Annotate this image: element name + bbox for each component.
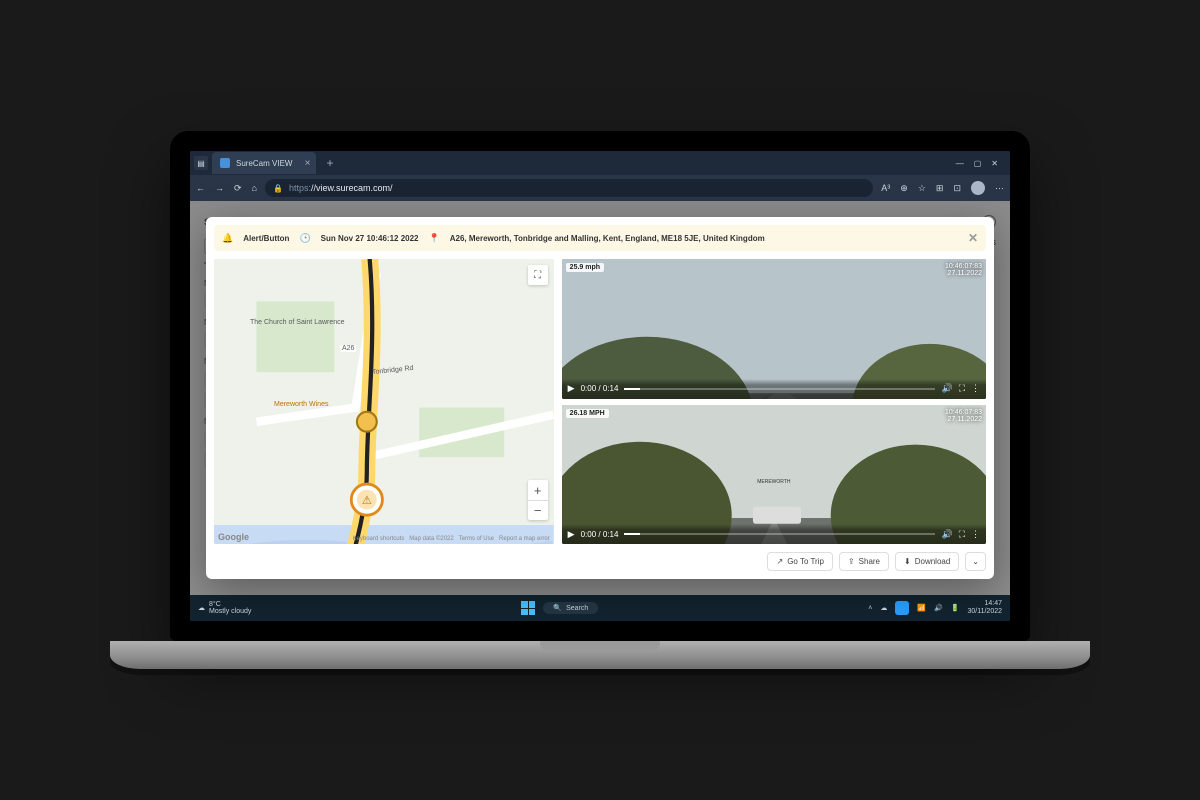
video-front[interactable]: 25.9 mph 10:46:07:8327.11.2022 ▶ 0:00 / … (562, 259, 986, 399)
play-button[interactable]: ▶ (568, 529, 575, 540)
alert-type: Alert/Button (243, 234, 289, 243)
zoom-in-button[interactable]: + (528, 480, 548, 500)
conditions: Mostly cloudy (209, 608, 251, 615)
close-window-button[interactable]: ✕ (991, 159, 998, 168)
taskbar-search[interactable]: 🔍 Search (543, 602, 598, 614)
refresh-button[interactable]: ⟳ (234, 183, 242, 194)
fullscreen-icon[interactable]: ⛶ (528, 265, 548, 285)
weather-widget[interactable]: ☁ 8°C Mostly cloudy (198, 601, 251, 615)
modal-footer: ↗ Go To Trip ⇪ Share ⬇ Download ⌄ (214, 544, 986, 571)
svg-text:⚠: ⚠ (362, 495, 372, 507)
weather-icon: ☁ (198, 604, 205, 612)
browser-toolbar: ← → ⟳ ⌂ 🔒 https://view.surecam.com/ A³ ⊕… (190, 175, 1010, 201)
app-viewport: SURECAM Inbox Search Type November 30, 2… (190, 201, 1010, 595)
favorites-icon[interactable]: ☆ (918, 183, 926, 194)
close-icon[interactable]: × (305, 158, 311, 169)
map-poi-church: The Church of Saint Lawrence (250, 319, 345, 326)
new-tab-button[interactable]: + (320, 156, 339, 170)
progress-bar[interactable] (624, 533, 935, 535)
more-icon[interactable]: ⋯ (995, 183, 1004, 194)
download-button[interactable]: ⬇ Download (895, 552, 959, 571)
event-detail-modal: 🔔 Alert/Button 🕒 Sun Nov 27 10:46:12 202… (206, 217, 994, 579)
map-zoom-control: + − (528, 480, 548, 520)
clock-icon: 🕒 (299, 233, 310, 244)
extensions-icon[interactable]: ⊡ (953, 183, 961, 194)
event-location: A26, Mereworth, Tonbridge and Malling, K… (450, 234, 765, 243)
zoom-out-button[interactable]: − (528, 500, 548, 520)
onedrive-icon[interactable]: ☁ (880, 604, 887, 612)
screen-bezel: ▤ SureCam VIEW × + — ▢ ✕ ← → ⟳ ⌂ 🔒 (170, 131, 1030, 641)
chevron-down-icon: ⌄ (972, 557, 979, 566)
chevron-up-icon[interactable]: ˄ (868, 605, 872, 612)
zoom-indicator[interactable]: ⊕ (900, 183, 908, 194)
temperature: 8°C (209, 601, 251, 608)
location-icon: 📍 (429, 233, 440, 244)
share-button[interactable]: ⇪ Share (839, 552, 889, 571)
browser-titlebar: ▤ SureCam VIEW × + — ▢ ✕ (190, 151, 1010, 175)
download-icon: ⬇ (904, 557, 911, 566)
event-datetime: Sun Nov 27 10:46:12 2022 (321, 234, 419, 243)
system-clock[interactable]: 14:47 30/11/2022 (967, 600, 1002, 615)
modal-close-button[interactable]: ✕ (968, 231, 978, 245)
lock-icon: 🔒 (273, 184, 283, 193)
modal-header: 🔔 Alert/Button 🕒 Sun Nov 27 10:46:12 202… (214, 225, 986, 251)
video-pane: 25.9 mph 10:46:07:8327.11.2022 ▶ 0:00 / … (562, 259, 986, 544)
profile-avatar[interactable] (971, 181, 985, 195)
home-button[interactable]: ⌂ (252, 183, 257, 193)
map-attribution: Google Keyboard shortcuts Map data ©2022… (218, 532, 550, 542)
goto-trip-button[interactable]: ↗ Go To Trip (767, 552, 832, 571)
bell-icon: 🔔 (222, 233, 233, 244)
video-time: 0:00 / 0:14 (581, 384, 619, 393)
more-icon[interactable]: ⋮ (971, 383, 980, 394)
battery-icon[interactable]: 🔋 (951, 604, 960, 612)
screen: ▤ SureCam VIEW × + — ▢ ✕ ← → ⟳ ⌂ 🔒 (190, 151, 1010, 621)
map-canvas: ⚠ (214, 259, 554, 544)
map-pane[interactable]: ⚠ The Church of Saint Lawrence Mereworth… (214, 259, 554, 544)
windows-taskbar: ☁ 8°C Mostly cloudy 🔍 Search ˄ ☁ 📶 🔊 🔋 (190, 595, 1010, 621)
video-time: 0:00 / 0:14 (581, 530, 619, 539)
mic-indicator[interactable] (895, 601, 909, 615)
address-bar[interactable]: 🔒 https://view.surecam.com/ (265, 179, 873, 197)
volume-icon[interactable]: 🔊 (941, 383, 952, 394)
fullscreen-icon[interactable]: ⛶ (959, 383, 965, 394)
tab-title: SureCam VIEW (236, 159, 292, 168)
video-rear[interactable]: 26.18 MPH MEREWORTH 10:46:07:8327.11.202… (562, 405, 986, 545)
map-road-a26: A26 (340, 345, 356, 352)
play-button[interactable]: ▶ (568, 383, 575, 394)
map-poi-wines: Mereworth Wines (274, 401, 328, 408)
laptop-mockup: ▤ SureCam VIEW × + — ▢ ✕ ← → ⟳ ⌂ 🔒 (170, 131, 1030, 669)
browser-tab[interactable]: SureCam VIEW × (212, 152, 316, 174)
read-aloud-icon[interactable]: A³ (881, 183, 890, 193)
wifi-icon[interactable]: 📶 (917, 604, 926, 612)
progress-bar[interactable] (624, 388, 935, 390)
download-options-button[interactable]: ⌄ (965, 552, 986, 571)
map-logo: Google (218, 532, 249, 542)
laptop-base (110, 641, 1090, 669)
speed-overlay: 26.18 MPH (566, 409, 609, 418)
start-button[interactable] (521, 601, 535, 615)
more-icon[interactable]: ⋮ (971, 529, 980, 540)
speed-overlay: 25.9 mph (566, 263, 604, 272)
tab-favicon-icon (220, 158, 230, 168)
video-controls: ▶ 0:00 / 0:14 🔊 ⛶ ⋮ (562, 524, 986, 544)
share-icon: ⇪ (848, 557, 855, 566)
back-button[interactable]: ← (196, 183, 205, 193)
sign-overlay: MEREWORTH (757, 479, 790, 485)
collections-icon[interactable]: ⊞ (936, 183, 944, 194)
url-text: https://view.surecam.com/ (289, 183, 393, 193)
minimize-button[interactable]: — (956, 159, 964, 168)
search-icon: 🔍 (553, 604, 562, 612)
timestamp-overlay: 10:46:07:8327.11.2022 (945, 409, 982, 423)
fullscreen-icon[interactable]: ⛶ (959, 529, 965, 540)
volume-icon[interactable]: 🔊 (934, 604, 943, 612)
tab-actions-icon[interactable]: ▤ (194, 156, 208, 170)
video-controls: ▶ 0:00 / 0:14 🔊 ⛶ ⋮ (562, 379, 986, 399)
forward-button[interactable]: → (215, 183, 224, 193)
external-link-icon: ↗ (776, 557, 783, 566)
maximize-button[interactable]: ▢ (974, 159, 982, 168)
volume-icon[interactable]: 🔊 (941, 529, 952, 540)
timestamp-overlay: 10:46:07:8327.11.2022 (945, 263, 982, 277)
